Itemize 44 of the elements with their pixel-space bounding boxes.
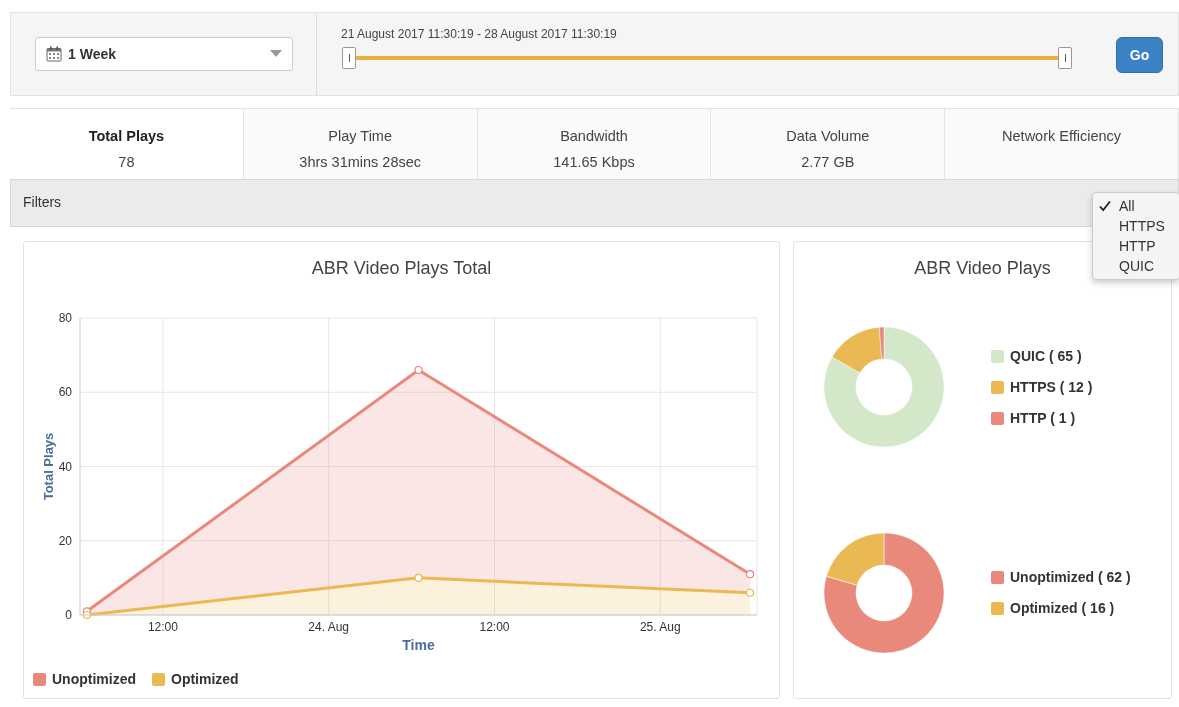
data-point (746, 570, 755, 579)
legend-label: Unoptimized (52, 670, 136, 689)
axis-tick-label: 24. Aug (308, 620, 350, 634)
legend-label: Optimized (171, 670, 239, 689)
stat-tab[interactable]: Bandwidth 141.65 Kbps (477, 109, 712, 179)
menu-item[interactable]: HTTPS (1093, 216, 1179, 236)
legend-swatch (33, 673, 46, 686)
data-point (414, 365, 423, 375)
chart-title: ABR Video Plays Total (311, 257, 492, 280)
range-slider[interactable] (342, 47, 1072, 69)
axis-tick-label: 60 (58, 385, 72, 400)
y-axis-title: Total Plays (41, 432, 56, 501)
axis-tick-label: 80 (58, 311, 72, 325)
data-point (414, 573, 423, 582)
data-point (82, 610, 91, 620)
menu-item[interactable]: QUIC (1093, 256, 1179, 276)
menu-item[interactable]: HTTP (1093, 236, 1179, 256)
stat-tab[interactable]: Data Volume 2.77 GB (711, 109, 946, 179)
axis-tick-label: 0 (65, 608, 72, 622)
legend-label: HTTP ( 1 ) (1010, 408, 1076, 428)
legend-label: Optimized ( 16 ) (1010, 599, 1115, 618)
legend-label: HTTPS ( 12 ) (1010, 377, 1093, 397)
menu-item[interactable]: All (1093, 196, 1179, 216)
chart-title: ABR Video Plays (914, 257, 1051, 280)
axis-tick-label: 12:00 (147, 620, 178, 634)
date-range-label: 21 August 2017 11:30:19 - 28 August 2017 11:30:19 (341, 26, 618, 43)
filters-label: Filters (23, 194, 62, 210)
slider-handle[interactable] (1058, 47, 1072, 69)
slider-handle[interactable] (342, 47, 356, 69)
caret-icon (270, 50, 282, 58)
legend-label: QUIC ( 65 ) (1010, 346, 1082, 366)
axis-tick-label: 40 (58, 459, 72, 474)
go-button[interactable]: Go (1116, 37, 1163, 73)
data-point (746, 588, 755, 597)
legend-label: Unoptimized ( 62 ) (1010, 568, 1131, 587)
axis-tick-label: 25. Aug (639, 620, 681, 634)
stat-tab[interactable]: Play Time 3hrs 31mins 28sec (243, 109, 478, 179)
legend-swatch (152, 673, 165, 686)
calendar-icon (46, 46, 62, 62)
period-select[interactable]: 1 Week (35, 37, 293, 71)
axis-tick-label: 12:00 (479, 620, 510, 634)
x-axis-title: Time (402, 637, 435, 653)
axis-tick-label: 20 (58, 533, 72, 548)
stat-tab[interactable]: Network Efficiency (945, 109, 1179, 179)
